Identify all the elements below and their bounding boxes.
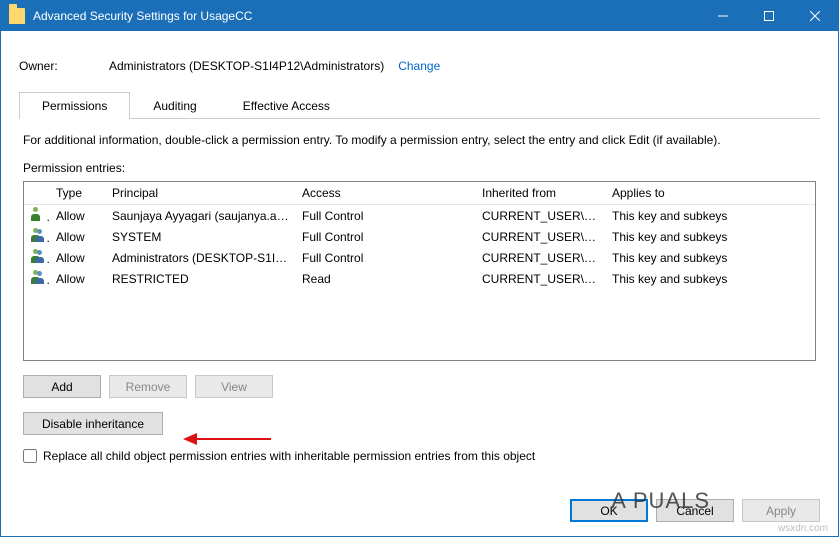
replace-children-row: Replace all child object permission entr… xyxy=(23,449,816,463)
cell-applies: This key and subkeys xyxy=(606,268,815,289)
table-row[interactable]: AllowSaunjaya Ayyagari (saujanya.ayy...F… xyxy=(24,205,815,227)
content-area: Owner: Administrators (DESKTOP-S1I4P12\A… xyxy=(1,31,838,536)
inheritance-row: Disable inheritance xyxy=(23,412,816,435)
cell-inherited: CURRENT_USER\SOFTWA... xyxy=(476,247,606,268)
replace-children-label[interactable]: Replace all child object permission entr… xyxy=(43,449,535,463)
cell-inherited: CURRENT_USER\SOFTWA... xyxy=(476,205,606,227)
cell-principal: RESTRICTED xyxy=(106,268,296,289)
table-row[interactable]: AllowRESTRICTEDReadCURRENT_USER\SOFTWA..… xyxy=(24,268,815,289)
cell-access: Read xyxy=(296,268,476,289)
folder-icon xyxy=(9,8,25,24)
cell-applies: This key and subkeys xyxy=(606,205,815,227)
credit-overlay: A PUALS xyxy=(611,488,710,514)
entry-buttons: Add Remove View xyxy=(23,375,816,398)
cell-access: Full Control xyxy=(296,226,476,247)
cell-type: Allow xyxy=(50,226,106,247)
apply-button: Apply xyxy=(742,499,820,522)
owner-label: Owner: xyxy=(19,59,109,73)
table-header-row: Type Principal Access Inherited from App… xyxy=(24,182,815,205)
col-applies[interactable]: Applies to xyxy=(606,182,815,205)
table-row[interactable]: AllowAdministrators (DESKTOP-S1I4P1...Fu… xyxy=(24,247,815,268)
users-icon xyxy=(30,228,46,242)
watermark-text: wsxdn.com xyxy=(778,523,828,534)
close-button[interactable] xyxy=(792,1,838,31)
table-row[interactable]: AllowSYSTEMFull ControlCURRENT_USER\SOFT… xyxy=(24,226,815,247)
users-icon xyxy=(30,249,46,263)
cell-access: Full Control xyxy=(296,247,476,268)
change-owner-link[interactable]: Change xyxy=(398,59,440,73)
cell-applies: This key and subkeys xyxy=(606,226,815,247)
tabstrip: Permissions Auditing Effective Access xyxy=(19,91,820,119)
col-principal[interactable]: Principal xyxy=(106,182,296,205)
col-access[interactable]: Access xyxy=(296,182,476,205)
window-controls xyxy=(700,1,838,31)
cell-principal: Administrators (DESKTOP-S1I4P1... xyxy=(106,247,296,268)
col-type[interactable]: Type xyxy=(50,182,106,205)
tab-permissions[interactable]: Permissions xyxy=(19,92,130,119)
cell-type: Allow xyxy=(50,247,106,268)
tab-effective-access[interactable]: Effective Access xyxy=(220,92,353,119)
maximize-button[interactable] xyxy=(746,1,792,31)
cell-type: Allow xyxy=(50,205,106,227)
remove-button: Remove xyxy=(109,375,187,398)
replace-children-checkbox[interactable] xyxy=(23,449,37,463)
window-title: Advanced Security Settings for UsageCC xyxy=(33,9,700,23)
view-button: View xyxy=(195,375,273,398)
users-icon xyxy=(30,270,46,284)
disable-inheritance-button[interactable]: Disable inheritance xyxy=(23,412,163,435)
tab-auditing[interactable]: Auditing xyxy=(130,92,219,119)
permissions-panel: For additional information, double-click… xyxy=(19,119,820,471)
permission-entries-table[interactable]: Type Principal Access Inherited from App… xyxy=(23,181,816,361)
cell-access: Full Control xyxy=(296,205,476,227)
user-icon xyxy=(30,207,46,221)
cell-principal: SYSTEM xyxy=(106,226,296,247)
add-button[interactable]: Add xyxy=(23,375,101,398)
cell-inherited: CURRENT_USER\SOFTWA... xyxy=(476,226,606,247)
entries-label: Permission entries: xyxy=(23,161,816,175)
minimize-button[interactable] xyxy=(700,1,746,31)
cell-inherited: CURRENT_USER\SOFTWA... xyxy=(476,268,606,289)
cell-applies: This key and subkeys xyxy=(606,247,815,268)
titlebar: Advanced Security Settings for UsageCC xyxy=(1,1,838,31)
col-inherited[interactable]: Inherited from xyxy=(476,182,606,205)
cell-type: Allow xyxy=(50,268,106,289)
owner-value: Administrators (DESKTOP-S1I4P12\Administ… xyxy=(109,59,384,73)
cell-principal: Saunjaya Ayyagari (saujanya.ayy... xyxy=(106,205,296,227)
info-text: For additional information, double-click… xyxy=(23,133,816,147)
advanced-security-window: Advanced Security Settings for UsageCC O… xyxy=(0,0,839,537)
owner-row: Owner: Administrators (DESKTOP-S1I4P12\A… xyxy=(19,59,820,73)
